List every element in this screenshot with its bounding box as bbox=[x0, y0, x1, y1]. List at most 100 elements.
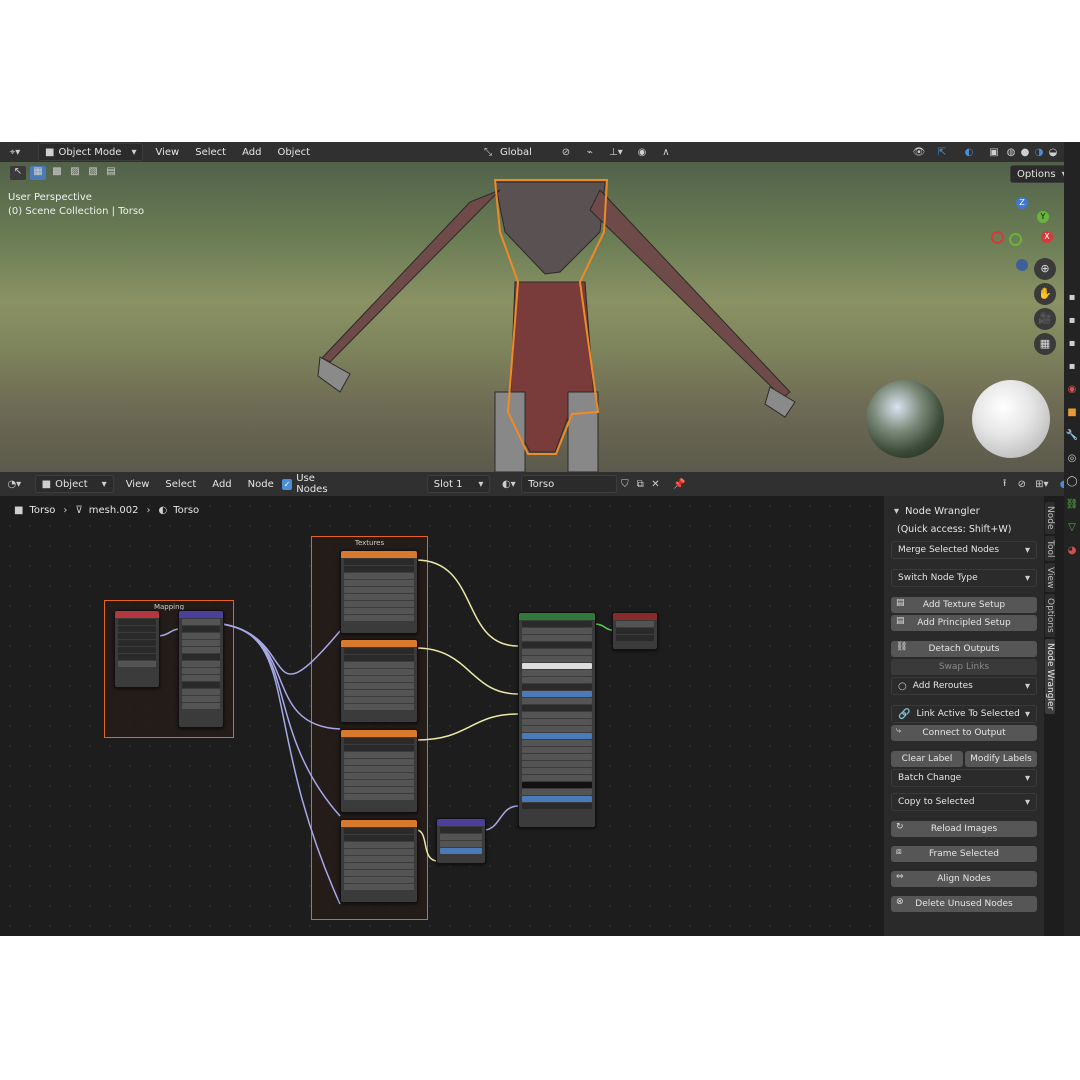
copy-to-selected-menu[interactable]: Copy to Selected ▾ bbox=[891, 793, 1037, 811]
gizmo-neg-x[interactable] bbox=[991, 231, 1004, 244]
tab-options[interactable]: Options bbox=[1045, 594, 1055, 638]
switch-node-type-menu[interactable]: Switch Node Type ▾ bbox=[891, 569, 1037, 587]
node-field-row bbox=[522, 677, 592, 683]
close-icon[interactable]: ✕ bbox=[648, 479, 663, 490]
link-active-to-selected-menu[interactable]: 🔗 Link Active To Selected ▾ bbox=[891, 705, 1037, 723]
node-socket-row bbox=[118, 640, 156, 646]
frame-selected-button[interactable]: ⧈ Frame Selected bbox=[891, 846, 1037, 862]
gizmo-neg-y[interactable] bbox=[1009, 233, 1022, 246]
visibility-icon[interactable]: 👁 bbox=[908, 147, 930, 158]
gizmo-neg-z[interactable] bbox=[1016, 259, 1028, 271]
editor-type-icon[interactable]: ⌖▾ bbox=[0, 147, 30, 158]
detach-outputs-button[interactable]: ⛓ Detach Outputs bbox=[891, 641, 1037, 657]
delete-icon: ⊗ bbox=[896, 897, 904, 907]
add-texture-setup-button[interactable]: ▤ Add Texture Setup bbox=[891, 597, 1037, 613]
modify-labels-button[interactable]: Modify Labels bbox=[965, 751, 1037, 767]
material-output-node[interactable] bbox=[612, 612, 658, 650]
menu-select[interactable]: Select bbox=[187, 147, 234, 158]
physics-properties-icon[interactable]: ◯ bbox=[1064, 476, 1080, 487]
slot-dropdown[interactable]: Slot 1 ▾ bbox=[426, 475, 491, 493]
menu-node[interactable]: Node bbox=[240, 479, 282, 490]
menu-add[interactable]: Add bbox=[234, 147, 269, 158]
zoom-icon[interactable]: ⊕ bbox=[1034, 258, 1056, 280]
reload-images-button[interactable]: ↻ Reload Images bbox=[891, 821, 1037, 837]
particles-properties-icon[interactable]: ◎ bbox=[1064, 453, 1080, 464]
image-texture-node-roughness[interactable] bbox=[340, 729, 418, 813]
batch-change-menu[interactable]: Batch Change ▾ bbox=[891, 769, 1037, 787]
align-nodes-button[interactable]: ⇔ Align Nodes bbox=[891, 871, 1037, 887]
menu-select[interactable]: Select bbox=[157, 479, 204, 490]
snap-icon[interactable]: ⌁ bbox=[578, 147, 602, 158]
node-editor-canvas[interactable]: ■ Torso › ⊽ mesh.002 › ◐ Torso Mapping T… bbox=[0, 496, 882, 936]
chevron-down-icon: ▾ bbox=[101, 478, 107, 490]
material-shading-icon[interactable]: ◑ bbox=[1032, 147, 1046, 158]
xray-icon[interactable]: ▣ bbox=[984, 147, 1004, 158]
object-properties-icon[interactable]: ■ bbox=[1064, 407, 1080, 418]
principled-bsdf-node[interactable] bbox=[518, 612, 596, 828]
grid-perspective-icon[interactable]: ▦ bbox=[1034, 333, 1056, 355]
add-principled-setup-button[interactable]: ▤ Add Principled Setup bbox=[891, 615, 1037, 631]
gizmo-y[interactable]: Y bbox=[1037, 211, 1049, 223]
material-browse-icon[interactable]: ◐▾ bbox=[496, 479, 521, 490]
output-properties-icon[interactable]: ▪ bbox=[1064, 338, 1080, 349]
overlay-toggle-icon[interactable]: ◐ bbox=[954, 147, 984, 158]
menu-view[interactable]: View bbox=[118, 479, 158, 490]
modifier-properties-icon[interactable]: 🔧 bbox=[1064, 430, 1080, 441]
solid-shading-icon[interactable]: ● bbox=[1018, 147, 1032, 158]
swap-links-button[interactable]: Swap Links bbox=[891, 659, 1037, 675]
gizmo-toggle-icon[interactable]: ⇱ bbox=[930, 147, 954, 158]
clear-label-button[interactable]: Clear Label bbox=[891, 751, 963, 767]
tool-properties-icon[interactable]: ▪ bbox=[1064, 292, 1080, 303]
rendered-shading-icon[interactable]: ◒ bbox=[1046, 147, 1060, 158]
constraint-properties-icon[interactable]: ⛓ bbox=[1064, 499, 1080, 510]
editor-type-icon[interactable]: ◔▾ bbox=[0, 479, 29, 490]
pin-icon[interactable]: 📌 bbox=[669, 479, 690, 490]
connect-to-output-button[interactable]: ⤷ Connect to Output bbox=[891, 725, 1037, 741]
scene-properties-icon[interactable]: ▪ bbox=[1064, 361, 1080, 372]
render-properties-icon[interactable]: ▪ bbox=[1064, 315, 1080, 326]
data-properties-icon[interactable]: ▽ bbox=[1064, 522, 1080, 533]
pivot-icon[interactable]: ⊘ bbox=[554, 147, 578, 158]
mapping-node[interactable] bbox=[178, 610, 224, 728]
axis-gizmo[interactable]: Z Y X bbox=[985, 197, 1055, 271]
camera-icon[interactable]: 🎥 bbox=[1034, 308, 1056, 330]
snap-element-icon[interactable]: ⊞▾ bbox=[1030, 479, 1053, 490]
add-reroutes-menu[interactable]: ○ Add Reroutes ▾ bbox=[891, 677, 1037, 695]
merge-selected-nodes-menu[interactable]: Merge Selected Nodes ▾ bbox=[891, 541, 1037, 559]
world-properties-icon[interactable]: ◉ bbox=[1064, 384, 1080, 395]
material-name-field[interactable]: Torso bbox=[521, 475, 618, 493]
image-texture-node-header bbox=[341, 730, 417, 737]
menu-view[interactable]: View bbox=[147, 147, 187, 158]
texture-coordinate-node[interactable] bbox=[114, 610, 160, 688]
tab-tool[interactable]: Tool bbox=[1045, 535, 1055, 561]
normal-map-node[interactable] bbox=[436, 818, 486, 864]
pan-hand-icon[interactable]: ✋ bbox=[1034, 283, 1056, 305]
falloff-icon[interactable]: ∧ bbox=[654, 147, 678, 158]
snap-icon[interactable]: ⊘ bbox=[1013, 479, 1030, 490]
material-properties-icon[interactable]: ◕ bbox=[1064, 545, 1080, 556]
transform-orientation-dropdown[interactable]: Global bbox=[492, 147, 554, 158]
gizmo-z[interactable]: Z bbox=[1016, 197, 1028, 209]
duplicate-icon[interactable]: ⧉ bbox=[633, 479, 648, 490]
fake-user-icon[interactable]: ⛉ bbox=[617, 479, 632, 490]
proportional-edit-icon[interactable]: ◉ bbox=[630, 147, 654, 158]
use-nodes-checkbox[interactable]: ✓ Use Nodes bbox=[281, 473, 347, 495]
image-texture-node-normal[interactable] bbox=[340, 819, 418, 903]
3d-viewport[interactable]: ↖ ▦ ▩ ▨ ▧ ▤ Options ▾ User Perspective (… bbox=[0, 162, 1064, 472]
delete-unused-nodes-button[interactable]: ⊗ Delete Unused Nodes bbox=[891, 896, 1037, 912]
mode-dropdown[interactable]: ■ Object Mode ▾ bbox=[38, 143, 144, 161]
menu-add[interactable]: Add bbox=[204, 479, 239, 490]
tab-node[interactable]: Node bbox=[1045, 502, 1055, 534]
wireframe-shading-icon[interactable]: ◍ bbox=[1004, 147, 1018, 158]
image-texture-node-metallic[interactable] bbox=[340, 639, 418, 723]
gizmo-x[interactable]: X bbox=[1041, 231, 1053, 243]
node-socket-row bbox=[118, 619, 156, 625]
parent-node-icon[interactable]: ⭱ bbox=[996, 476, 1013, 493]
image-texture-node-basecolor[interactable] bbox=[340, 550, 418, 634]
panel-header[interactable]: ▾ Node Wrangler bbox=[884, 500, 1044, 522]
object-type-dropdown[interactable]: ■ Object ▾ bbox=[34, 475, 114, 493]
tab-node-wrangler[interactable]: Node Wrangler bbox=[1045, 639, 1055, 715]
tab-view[interactable]: View bbox=[1045, 562, 1055, 593]
snap-target-icon[interactable]: ⊥▾ bbox=[602, 147, 630, 158]
menu-object[interactable]: Object bbox=[269, 147, 318, 158]
